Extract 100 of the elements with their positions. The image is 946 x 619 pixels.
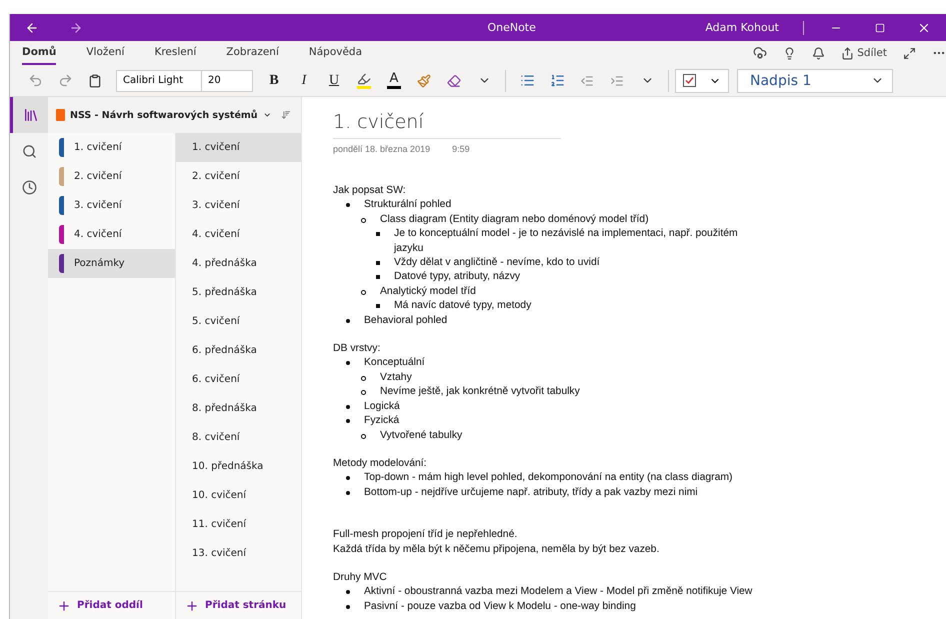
section-item[interactable]: 1. cvičení — [48, 133, 175, 162]
menu-tab[interactable]: Zobrazení — [226, 41, 279, 65]
maximize-icon[interactable] — [875, 22, 885, 32]
page-item[interactable]: 5. přednáška — [176, 278, 301, 307]
page-item[interactable]: 4. cvičení — [176, 220, 301, 249]
page-item[interactable]: 4. přednáška — [176, 249, 301, 278]
user-name[interactable]: Adam Kohout — [705, 20, 804, 34]
note-text: Nevíme ještě, jak konkrétně vytvořit tabulky — [380, 385, 580, 400]
bullet-icon — [346, 476, 350, 480]
section-item[interactable]: 3. cvičení — [48, 191, 175, 220]
page-time: 9:59 — [452, 144, 470, 156]
font-color-button[interactable]: A — [379, 72, 409, 89]
bullet-icon — [361, 218, 366, 223]
bullet-icon — [376, 232, 380, 236]
undo-icon[interactable] — [28, 73, 42, 88]
note-heading: Metody modelování: — [333, 456, 428, 471]
note-text: Analytický model tříd — [380, 284, 476, 299]
bullet-icon — [346, 203, 350, 208]
numbered-list-icon[interactable] — [550, 73, 564, 88]
section-label[interactable]: 3. cvičení — [74, 200, 122, 211]
note-text: Má navíc datové typy, metody — [394, 299, 532, 314]
bullet-icon — [376, 261, 380, 266]
section-label[interactable]: Poznámky — [74, 258, 125, 269]
page-date: pondělí 18. března 2019 — [333, 144, 430, 156]
bullet-icon — [361, 290, 366, 295]
bullet-icon — [361, 390, 366, 396]
menu-tab[interactable]: Kreslení — [154, 41, 196, 65]
lightbulb-icon[interactable] — [783, 46, 796, 60]
clock-icon[interactable] — [22, 180, 36, 194]
bullet-icon — [376, 275, 380, 280]
expand-icon[interactable] — [903, 46, 916, 60]
forward-icon[interactable] — [69, 20, 83, 34]
bullet-list-icon[interactable] — [520, 73, 534, 88]
note-text: Datové typy, atributy, názvy — [394, 270, 520, 284]
search-icon[interactable] — [22, 144, 36, 158]
note-text: Class diagram (Entity diagram nebo doménový model tříd) — [380, 212, 649, 227]
menu-tab[interactable]: Vložení — [86, 41, 124, 65]
eraser-icon[interactable] — [447, 74, 461, 88]
section-label[interactable]: 2. cvičení — [74, 171, 122, 182]
italic-button[interactable]: I — [289, 72, 319, 88]
note-text: Vždy dělat v angličtině - nevíme, kdo to uvidí — [394, 256, 600, 270]
section-item[interactable]: 2. cvičení — [48, 162, 175, 191]
page-item[interactable]: 5. cvičení — [176, 307, 301, 336]
redo-icon[interactable] — [58, 73, 72, 88]
page-item[interactable]: 8. cvičení — [176, 423, 301, 452]
bullet-icon — [346, 590, 350, 594]
note-text: Behavioral pohled — [364, 314, 448, 328]
page-item[interactable]: 10. cvičení — [176, 481, 301, 510]
highlighter-icon[interactable] — [357, 72, 371, 89]
decrease-indent-icon[interactable] — [580, 74, 594, 88]
notebooks-icon[interactable] — [22, 107, 38, 123]
bullet-icon — [346, 404, 350, 409]
page-item[interactable]: 8. přednáška — [176, 394, 301, 423]
page-item[interactable]: 11. cvičení — [176, 510, 301, 539]
section-item[interactable]: 4. cvičení — [48, 220, 175, 249]
style-dropdown[interactable]: Nadpis 1 — [737, 68, 893, 92]
plus-icon[interactable] — [185, 598, 199, 612]
menu-tab[interactable]: Nápověda — [308, 41, 362, 65]
underline-button[interactable]: U — [319, 72, 349, 88]
paintbrush-icon[interactable] — [417, 74, 431, 88]
note-text: Fyzická — [364, 414, 400, 428]
note-text: Top-down - mám high level pohled, dekomponování na entity (na class diagram) — [364, 471, 732, 486]
bullet-icon — [376, 304, 380, 308]
note-text: Vztahy — [380, 370, 412, 385]
note-heading: Jak popsat SW: — [333, 184, 407, 198]
page-item[interactable]: 2. cvičení — [176, 162, 301, 191]
page-item[interactable]: 6. cvičení — [176, 365, 301, 394]
note-text: Konceptuální — [364, 356, 425, 370]
add-section-button[interactable]: Přidat oddíl — [48, 591, 175, 619]
page-title[interactable]: 1. cvičení — [333, 111, 561, 139]
bullet-icon — [346, 318, 350, 323]
page-item[interactable]: 6. přednáška — [176, 336, 301, 365]
checkbox-icon — [682, 74, 696, 87]
bullet-icon — [346, 419, 350, 424]
bullet-icon — [346, 604, 350, 609]
page-item[interactable]: 10. přednáška — [176, 452, 301, 481]
bell-icon[interactable] — [812, 46, 826, 60]
add-page-button[interactable]: Přidat stránku — [176, 591, 301, 619]
note-text: Vytvořené tabulky — [380, 428, 462, 442]
share-button[interactable]: Sdílet — [841, 46, 887, 60]
section-item[interactable]: Poznámky — [48, 249, 175, 278]
sync-icon[interactable] — [753, 46, 768, 60]
note-text: Full-mesh propojení tříd je nepřehledné. — [333, 528, 518, 542]
back-icon[interactable] — [25, 20, 39, 34]
notebook-icon — [56, 109, 65, 121]
bold-button[interactable]: B — [259, 72, 289, 88]
bullet-icon — [361, 376, 366, 381]
page-item[interactable]: 13. cvičení — [176, 539, 301, 568]
page-item[interactable]: 3. cvičení — [176, 191, 301, 220]
plus-icon[interactable] — [57, 598, 71, 612]
tag-dropdown[interactable] — [675, 68, 729, 92]
note-text: Každá třída by měla být k něčemu připojena, neměla by být bez vazeb. — [333, 542, 660, 557]
note-heading: DB vrstvy: — [333, 342, 382, 356]
section-label[interactable]: 4. cvičení — [74, 229, 122, 240]
page-item[interactable]: 1. cvičení — [176, 133, 301, 162]
share-icon[interactable] — [841, 46, 854, 60]
section-label[interactable]: 1. cvičení — [74, 142, 122, 153]
note-text: Pasivní - pouze vazba od View k Modelu - one-way binding — [364, 600, 636, 614]
increase-indent-icon[interactable] — [610, 74, 624, 88]
clipboard-icon[interactable] — [88, 74, 102, 88]
